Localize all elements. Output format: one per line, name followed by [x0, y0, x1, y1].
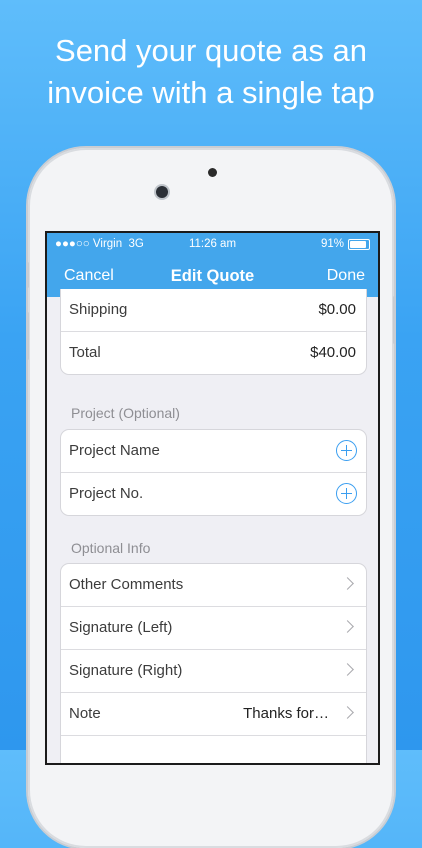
chevron-right-icon: [341, 620, 354, 633]
done-button[interactable]: Done: [327, 267, 365, 285]
total-value: $40.00: [310, 344, 356, 361]
other-comments-label: Other Comments: [69, 576, 184, 593]
headline-line-1: Send your quote as an: [55, 33, 367, 68]
chevron-right-icon: [341, 706, 354, 719]
add-circle-icon[interactable]: [336, 483, 357, 504]
project-number-label: Project No.: [69, 485, 144, 502]
battery-icon: [348, 238, 370, 250]
project-name-row[interactable]: Project Name: [61, 430, 366, 473]
signature-left-label: Signature (Left): [69, 619, 173, 636]
phone-screen: ●●●○○ Virgin 3G 11:26 am 91% Cancel Edit…: [47, 233, 378, 763]
phone-camera: [156, 186, 168, 198]
signature-left-row[interactable]: Signature (Left): [61, 607, 366, 650]
total-label: Total: [69, 344, 101, 361]
optional-info-section-header: Optional Info: [71, 540, 151, 556]
phone-volume-button: [26, 312, 29, 360]
signature-right-label: Signature (Right): [69, 662, 183, 679]
status-bar: ●●●○○ Virgin 3G 11:26 am 91%: [47, 233, 378, 255]
project-name-label: Project Name: [69, 442, 160, 459]
other-comments-row[interactable]: Other Comments: [61, 564, 366, 607]
battery-percent: 91%: [320, 238, 344, 250]
total-row[interactable]: Total $40.00: [61, 332, 366, 374]
project-section-header: Project (Optional): [71, 405, 180, 421]
status-battery: 91%: [321, 238, 370, 250]
shipping-value: $0.00: [318, 301, 356, 318]
shipping-row[interactable]: Shipping $0.00: [61, 289, 366, 332]
note-label: Note: [69, 705, 101, 722]
marketing-headline: Send your quote as an invoice with a sin…: [0, 30, 422, 114]
shipping-label: Shipping: [69, 301, 128, 318]
add-circle-icon[interactable]: [336, 440, 357, 461]
signature-right-row[interactable]: Signature (Right): [61, 650, 366, 693]
phone-side-button: [26, 262, 29, 288]
headline-line-2: invoice with a single tap: [47, 75, 375, 110]
chevron-right-icon: [341, 577, 354, 590]
project-number-row[interactable]: Project No.: [61, 473, 366, 515]
optional-info-group: Other Comments Signature (Left) Signatur…: [60, 563, 367, 763]
note-value: Thanks for…: [243, 705, 329, 722]
phone-speaker: [208, 168, 217, 177]
chevron-right-icon: [341, 663, 354, 676]
totals-group: Shipping $0.00 Total $40.00: [60, 289, 367, 375]
project-group: Project Name Project No.: [60, 429, 367, 516]
note-row[interactable]: Note Thanks for…: [61, 693, 366, 736]
phone-power-button: [393, 296, 396, 344]
